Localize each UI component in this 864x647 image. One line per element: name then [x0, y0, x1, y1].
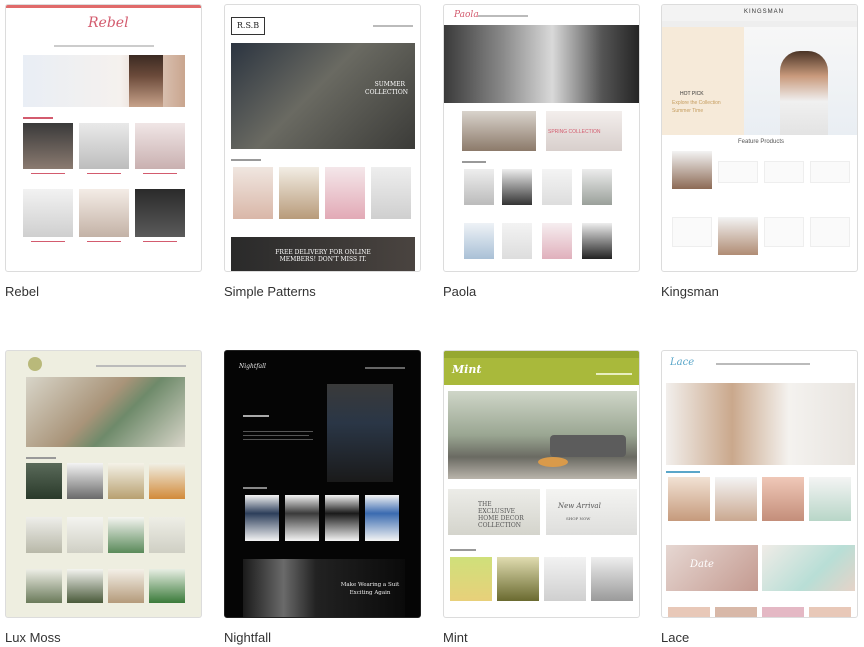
preview-logo: Paola	[454, 10, 479, 20]
preview-nav	[96, 365, 186, 367]
preview-product	[233, 167, 273, 219]
theme-preview-lux-moss[interactable]	[5, 350, 202, 618]
preview-hero	[448, 391, 637, 479]
theme-card-paola[interactable]: Paola SPRING COLLECTION Paola	[443, 4, 640, 299]
preview-nav	[596, 373, 632, 375]
preview-product	[371, 167, 411, 219]
preview-logo	[28, 357, 42, 371]
theme-preview-kingsman[interactable]: KINGSMAN HOT PICK Explore the Collection…	[661, 4, 858, 272]
preview-product	[135, 123, 185, 169]
theme-card-mint[interactable]: Mint THE EXCLUSIVE HOME DECOR COLLECTION…	[443, 350, 640, 645]
preview-product	[325, 167, 365, 219]
preview-feature: New Arrival SHOP NOW	[546, 489, 637, 535]
theme-card-kingsman[interactable]: KINGSMAN HOT PICK Explore the Collection…	[661, 4, 858, 299]
theme-name[interactable]: Mint	[443, 630, 468, 645]
theme-name[interactable]: Paola	[443, 284, 476, 299]
preview-banner: Make Wearing a Suit Exciting Again	[243, 559, 405, 617]
theme-card-simple-patterns[interactable]: R.S.B SUMMER COLLECTION FREE DELIVERY FO…	[224, 4, 421, 299]
preview-hero-left: HOT PICK Explore the Collection Summer T…	[662, 27, 744, 135]
preview-hero	[444, 25, 639, 103]
preview-logo: Mint	[452, 363, 482, 376]
preview-banner	[762, 545, 855, 591]
theme-name[interactable]: Simple Patterns	[224, 284, 316, 299]
preview-logo: Nightfall	[239, 363, 266, 370]
theme-card-lace[interactable]: Lace Date Lace	[661, 350, 858, 645]
theme-name[interactable]: Nightfall	[224, 630, 271, 645]
theme-name[interactable]: Lux Moss	[5, 630, 61, 645]
preview-banner: FREE DELIVERY FOR ONLINE MEMBERS! DON'T …	[231, 237, 415, 271]
preview-banner: Date	[666, 545, 758, 591]
preview-nav	[54, 45, 154, 47]
preview-product	[23, 123, 73, 169]
preview-product	[79, 123, 129, 169]
theme-name[interactable]: Kingsman	[661, 284, 719, 299]
preview-hero: SUMMER COLLECTION	[231, 43, 415, 149]
theme-card-rebel[interactable]: Rebel Rebel	[5, 4, 202, 299]
theme-card-lux-moss[interactable]: Lux Moss	[5, 350, 202, 645]
preview-hero-right	[744, 27, 857, 135]
theme-name[interactable]: Lace	[661, 630, 689, 645]
preview-logo: Lace	[670, 357, 695, 368]
preview-nav	[365, 367, 405, 369]
theme-preview-lace[interactable]: Lace Date	[661, 350, 858, 618]
theme-preview-nightfall[interactable]: Nightfall Make Wearing a Suit Exciting A…	[224, 350, 421, 618]
accent-bar	[6, 5, 201, 8]
theme-preview-rebel[interactable]: Rebel	[5, 4, 202, 272]
preview-product	[279, 167, 319, 219]
theme-preview-paola[interactable]: Paola SPRING COLLECTION	[443, 4, 640, 272]
preview-feature	[462, 111, 536, 151]
preview-logo: R.S.B	[231, 17, 265, 35]
preview-nav	[478, 15, 528, 17]
preview-hero	[26, 377, 185, 447]
theme-card-nightfall[interactable]: Nightfall Make Wearing a Suit Exciting A…	[224, 350, 421, 645]
preview-product	[23, 189, 73, 237]
preview-feature: THE EXCLUSIVE HOME DECOR COLLECTION	[448, 489, 540, 535]
theme-name[interactable]: Rebel	[5, 284, 39, 299]
preview-logo: Rebel	[88, 15, 129, 31]
preview-logo: KINGSMAN	[744, 9, 785, 15]
preview-section-label	[23, 117, 53, 119]
preview-nav	[716, 363, 810, 365]
preview-product	[79, 189, 129, 237]
preview-hero	[23, 55, 185, 107]
theme-preview-mint[interactable]: Mint THE EXCLUSIVE HOME DECOR COLLECTION…	[443, 350, 640, 618]
preview-nav	[373, 25, 413, 27]
preview-hero	[666, 383, 855, 465]
preview-hero	[327, 384, 393, 482]
preview-product	[135, 189, 185, 237]
theme-preview-simple-patterns[interactable]: R.S.B SUMMER COLLECTION FREE DELIVERY FO…	[224, 4, 421, 272]
